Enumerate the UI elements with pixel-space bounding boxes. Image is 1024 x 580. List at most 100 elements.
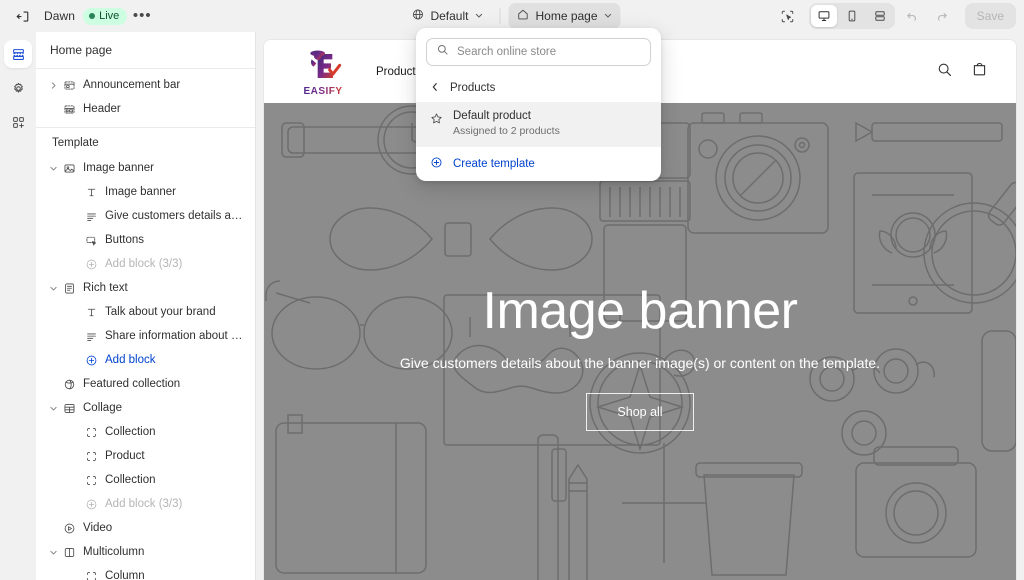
redo-icon[interactable]	[929, 3, 955, 29]
sidebar-item-rich-text[interactable]: Rich text	[36, 276, 255, 300]
shopping-bag-icon[interactable]	[971, 61, 988, 83]
sidebar-item-buttons[interactable]: Buttons	[36, 228, 255, 252]
sidebar-item-share-information-about-your[interactable]: Share information about your ...	[36, 324, 255, 348]
sidebar-item-label: Header	[83, 103, 121, 115]
sidebar-item-collection[interactable]: Collection	[36, 420, 255, 444]
block-icon	[82, 570, 100, 580]
desktop-icon[interactable]	[810, 5, 837, 27]
fullwidth-icon[interactable]	[867, 5, 893, 27]
popover-search-wrap	[416, 28, 661, 74]
chevron-down-icon[interactable]	[46, 164, 60, 173]
sidebar-item-add-block[interactable]: Add block	[36, 348, 255, 372]
create-template-label: Create template	[453, 158, 535, 170]
block-icon	[82, 474, 100, 487]
paragraph-icon	[82, 210, 100, 223]
sidebar-item-add-block-3-3[interactable]: Add block (3/3)	[36, 252, 255, 276]
sidebar-item-label: Rich text	[83, 282, 128, 294]
text-icon	[82, 306, 100, 319]
sidebar-item-product[interactable]: Product	[36, 444, 255, 468]
more-options-button[interactable]: •••	[129, 3, 155, 29]
template-option-default-product[interactable]: Default product Assigned to 2 products	[416, 102, 661, 147]
device-toggle-group	[808, 3, 895, 29]
sidebar-item-image-banner[interactable]: Image banner	[36, 156, 255, 180]
left-rail	[0, 32, 36, 580]
template-option-text: Default product Assigned to 2 products	[453, 109, 560, 138]
sidebar-item-label: Collage	[83, 402, 122, 414]
save-button[interactable]: Save	[964, 3, 1016, 29]
selector-divider	[499, 8, 501, 24]
sidebar-item-column[interactable]: Column	[36, 564, 255, 580]
plus-circle-icon	[430, 156, 443, 172]
sidebar-divider	[36, 127, 255, 128]
sidebar-item-give-customers-details-about-t[interactable]: Give customers details about t...	[36, 204, 255, 228]
theme-selector-label: Default	[430, 9, 469, 23]
sidebar-item-featured-collection[interactable]: Featured collection	[36, 372, 255, 396]
sidebar-item-label: Image banner	[105, 186, 176, 198]
header-group: Announcement bar Header	[36, 69, 255, 125]
sidebar-item-label: Buttons	[105, 234, 144, 246]
search-input[interactable]	[457, 46, 641, 58]
sidebar-item-announcement-bar[interactable]: Announcement bar	[36, 73, 255, 97]
sidebar-item-label: Column	[105, 570, 145, 580]
banner-title: Image banner	[482, 282, 798, 340]
sidebar-item-label: Share information about your ...	[105, 330, 247, 342]
sidebar-item-header[interactable]: Header	[36, 97, 255, 121]
sidebar-item-add-block-3-3[interactable]: Add block (3/3)	[36, 492, 255, 516]
popover-back-header[interactable]: Products	[416, 74, 661, 102]
chevron-right-icon[interactable]	[46, 81, 60, 90]
create-template-button[interactable]: Create template	[416, 147, 661, 181]
home-icon	[516, 8, 529, 24]
logo-wordmark: EASIFY	[303, 85, 343, 97]
template-option-subtitle: Assigned to 2 products	[453, 125, 560, 137]
exit-icon[interactable]	[8, 3, 36, 29]
template-selector-popover: Products Default product Assigned to 2 p…	[416, 28, 661, 181]
plus-circle-icon	[82, 354, 100, 367]
theme-editor: Dawn Live ••• Default Home page Save Hom…	[0, 0, 1024, 580]
easify-logo-icon[interactable]: EASIFY	[292, 47, 354, 97]
sidebar-item-label: Give customers details about t...	[105, 210, 247, 222]
banner-subtitle: Give customers details about the banner …	[399, 355, 881, 371]
undo-icon[interactable]	[899, 3, 925, 29]
template-group: Image banner Image banner Give customers d…	[36, 156, 255, 580]
multicolumn-icon	[60, 546, 78, 559]
mobile-icon[interactable]	[839, 5, 865, 27]
chevron-down-icon[interactable]	[46, 284, 60, 293]
video-icon	[60, 522, 78, 535]
template-option-title: Default product	[453, 110, 531, 122]
block-icon	[82, 426, 100, 439]
search-icon	[436, 43, 449, 61]
sidebar-item-talk-about-your-brand[interactable]: Talk about your brand	[36, 300, 255, 324]
chevron-down-icon[interactable]	[46, 404, 60, 413]
nav-item-products[interactable]: Products	[376, 66, 421, 78]
announcement-icon	[60, 79, 78, 92]
plus-circle-icon	[82, 498, 100, 511]
theme-selector[interactable]: Default	[403, 3, 491, 29]
sidebar-item-label: Product	[105, 450, 145, 462]
page-selector[interactable]: Home page	[508, 3, 621, 29]
inspector-icon[interactable]	[775, 3, 801, 29]
search-field[interactable]	[426, 38, 651, 66]
status-badge-label: Live	[99, 9, 120, 22]
sidebar-item-label: Featured collection	[83, 378, 181, 390]
paragraph-icon	[82, 330, 100, 343]
search-icon[interactable]	[936, 61, 953, 83]
sidebar-item-theme-settings[interactable]	[4, 74, 32, 102]
sections-sidebar: Home page Announcement bar Header Templat…	[36, 32, 256, 580]
sidebar-item-label: Collection	[105, 426, 156, 438]
sidebar-item-sections[interactable]	[4, 40, 32, 68]
easify-mark-icon	[310, 50, 342, 78]
status-badge: Live	[83, 7, 128, 25]
banner-content: Image banner Give customers details abou…	[264, 285, 1016, 431]
shop-all-button[interactable]: Shop all	[586, 393, 694, 431]
sidebar-item-label: Image banner	[83, 162, 154, 174]
chevron-down-icon[interactable]	[46, 548, 60, 557]
sidebar-item-video[interactable]: Video	[36, 516, 255, 540]
sidebar-item-collection[interactable]: Collection	[36, 468, 255, 492]
template-label: Template	[52, 137, 99, 149]
sidebar-item-label: Add block (3/3)	[105, 258, 183, 270]
sidebar-item-apps[interactable]	[4, 108, 32, 136]
sidebar-item-image-banner[interactable]: Image banner	[36, 180, 255, 204]
sidebar-item-collage[interactable]: Collage	[36, 396, 255, 420]
text-icon	[82, 186, 100, 199]
sidebar-item-multicolumn[interactable]: Multicolumn	[36, 540, 255, 564]
